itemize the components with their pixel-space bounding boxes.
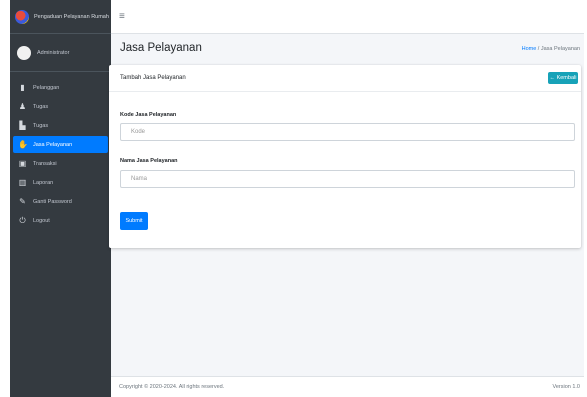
card-header: Tambah Jasa Pelayanan ← Kembali <box>109 65 581 92</box>
power-icon: ⏻ <box>19 215 26 225</box>
sidebar-item-laporan[interactable]: ▥ Laporan <box>13 174 108 191</box>
kode-label: Kode Jasa Pelayanan <box>120 112 177 118</box>
submit-button[interactable]: Submit <box>120 212 148 230</box>
sidebar-item-pelanggan[interactable]: ▮ Pelanggan <box>13 79 108 96</box>
brand[interactable]: Pengaduan Pelayanan Rumah <box>10 0 111 34</box>
user-icon: ♟ <box>18 101 27 111</box>
sidebar: Pengaduan Pelayanan Rumah Administrator … <box>10 0 111 397</box>
sidebar-item-transaksi[interactable]: ▣ Transaksi <box>13 155 108 172</box>
menu-toggle-icon[interactable]: ≡ <box>119 11 125 22</box>
sidebar-item-logout[interactable]: ⏻ Logout <box>13 212 108 229</box>
breadcrumb-current: Jasa Pelayanan <box>540 46 580 52</box>
breadcrumb: Home / Jasa Pelayanan <box>522 46 580 52</box>
nama-label: Nama Jasa Pelayanan <box>120 158 178 164</box>
user-name: Administrator <box>37 49 70 56</box>
sidebar-item-label: Jasa Pelayanan <box>33 141 73 148</box>
back-button[interactable]: ← Kembali <box>548 72 578 84</box>
sidebar-item-label: Tugas <box>33 103 49 110</box>
footer-version: Version 1.0 <box>552 384 580 390</box>
sidebar-item-tugas[interactable]: ♟ Tugas <box>13 98 108 115</box>
sidebar-item-ganti-password[interactable]: ✎ Ganti Password <box>13 193 108 210</box>
page-title: Jasa Pelayanan <box>120 42 202 54</box>
sidebar-nav: ▮ Pelanggan ♟ Tugas ▙ Tugas ✋ Jasa Pelay… <box>10 72 111 229</box>
sidebar-item-tugas-2[interactable]: ▙ Tugas <box>13 117 108 134</box>
card-icon: ▣ <box>18 158 27 168</box>
sidebar-item-label: Tugas <box>33 122 49 129</box>
pencil-icon: ✎ <box>19 196 26 206</box>
footer-copyright: Copyright © 2020-2024. All rights reserv… <box>119 384 225 390</box>
content-header: Jasa Pelayanan Home / Jasa Pelayanan <box>111 34 584 64</box>
sidebar-item-label: Logout <box>33 217 50 224</box>
hand-icon: ✋ <box>18 139 28 149</box>
form-card: Tambah Jasa Pelayanan ← Kembali Kode Jas… <box>109 65 581 248</box>
nama-input[interactable]: Nama <box>120 170 575 188</box>
footer: Copyright © 2020-2024. All rights reserv… <box>111 376 584 397</box>
book-icon: ▥ <box>18 177 27 187</box>
sidebar-item-label: Pelanggan <box>33 84 60 91</box>
card-title: Tambah Jasa Pelayanan <box>120 75 186 81</box>
document-icon: ▮ <box>20 82 25 92</box>
tasks-icon: ▙ <box>19 120 26 130</box>
kode-input[interactable]: Kode <box>120 123 575 141</box>
sidebar-item-jasa-pelayanan[interactable]: ✋ Jasa Pelayanan <box>13 136 108 153</box>
sidebar-item-label: Ganti Password <box>33 198 72 205</box>
top-navbar: ≡ <box>111 0 584 34</box>
brand-logo-icon <box>15 9 29 24</box>
breadcrumb-home[interactable]: Home <box>522 46 537 52</box>
sidebar-item-label: Laporan <box>33 179 54 186</box>
sidebar-item-label: Transaksi <box>33 160 57 167</box>
user-panel[interactable]: Administrator <box>10 34 111 72</box>
avatar <box>17 45 31 60</box>
brand-text: Pengaduan Pelayanan Rumah <box>34 13 109 20</box>
